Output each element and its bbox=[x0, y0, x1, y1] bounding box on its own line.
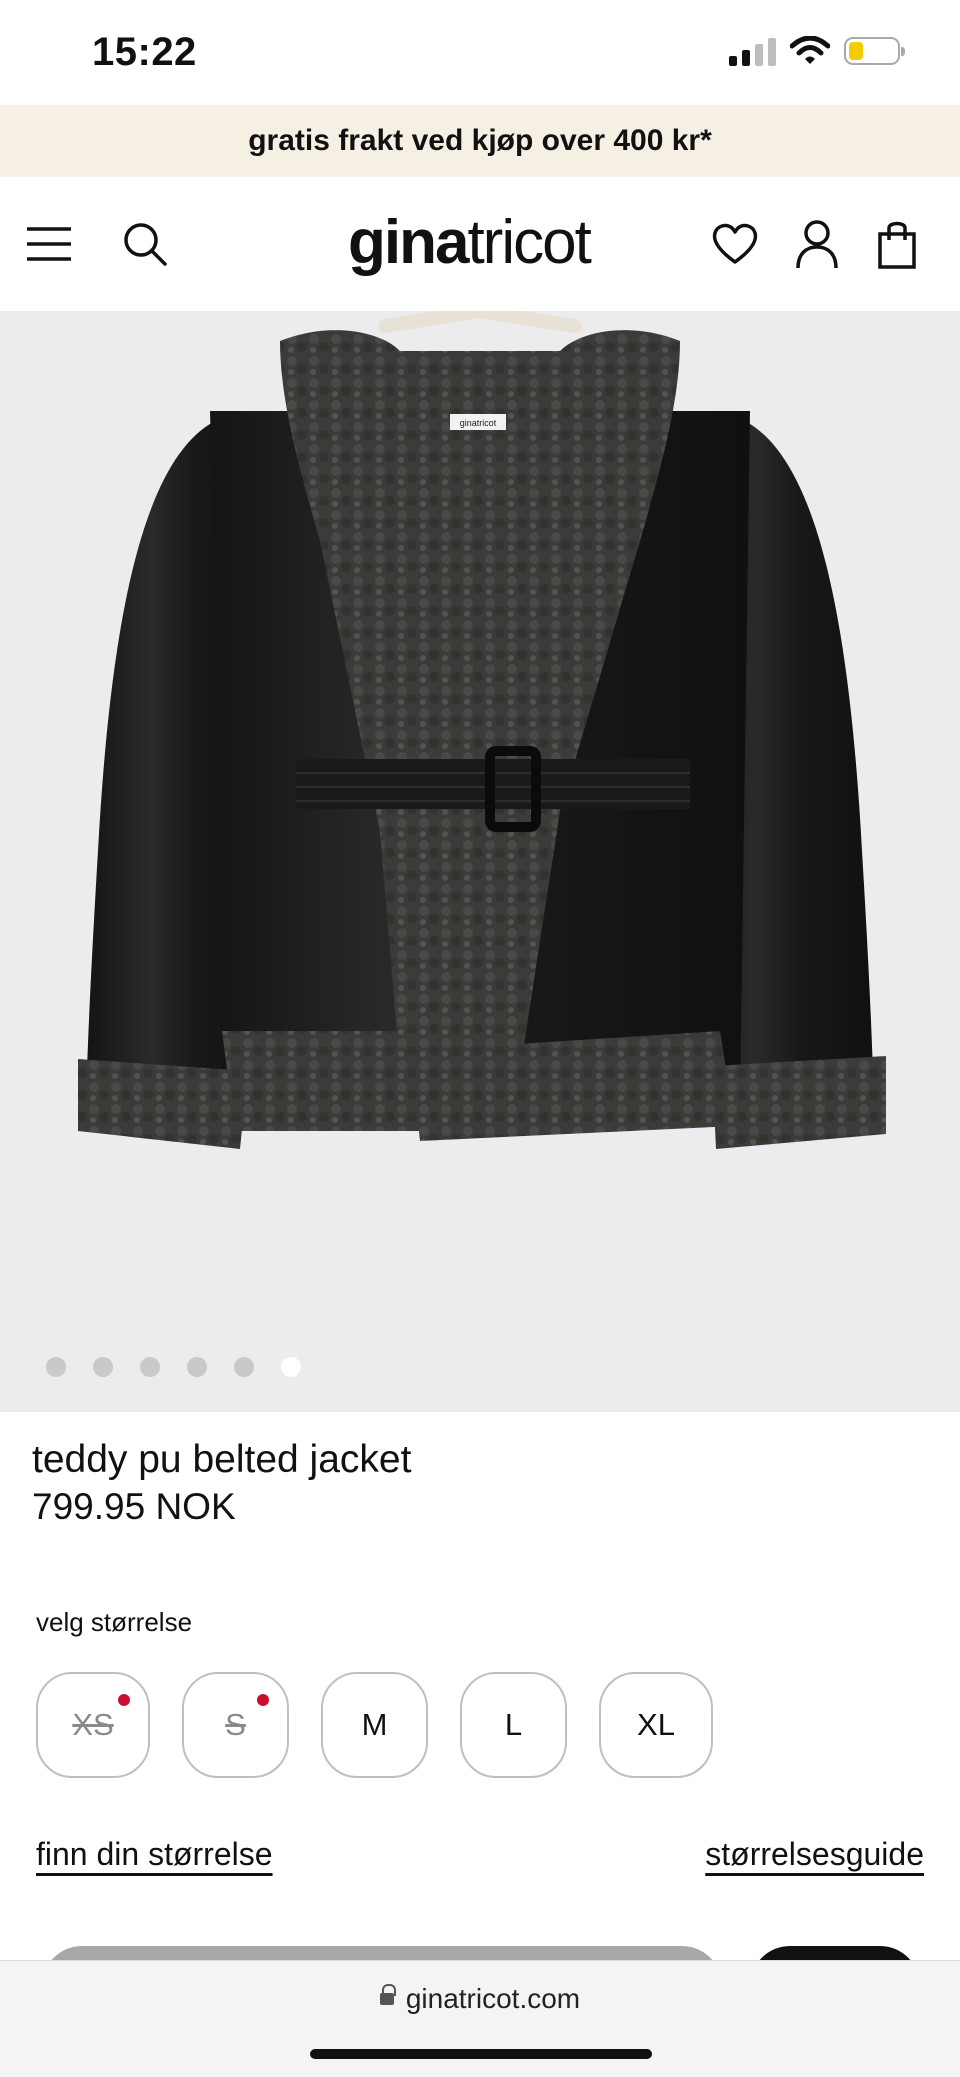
lock-icon bbox=[379, 1984, 396, 2008]
size-label: XL bbox=[637, 1707, 675, 1742]
size-options: XS S M L XL bbox=[36, 1672, 713, 1778]
heart-icon[interactable] bbox=[708, 217, 762, 271]
gallery-dot-active[interactable] bbox=[281, 1357, 301, 1377]
product-image: ginatricot bbox=[78, 311, 886, 1149]
search-icon[interactable] bbox=[118, 217, 172, 271]
url-text: ginatricot.com bbox=[405, 1983, 581, 2014]
gallery-pagination bbox=[46, 1357, 301, 1377]
status-icons bbox=[729, 36, 905, 66]
size-label: M bbox=[361, 1707, 388, 1742]
user-icon[interactable] bbox=[790, 217, 844, 271]
find-your-size-link[interactable]: finn din størrelse bbox=[36, 1836, 273, 1873]
shopping-bag-icon[interactable] bbox=[870, 217, 924, 271]
site-logo[interactable]: ginatricot bbox=[348, 207, 592, 278]
size-option-xl[interactable]: XL bbox=[599, 1672, 713, 1778]
menu-icon[interactable] bbox=[22, 217, 76, 271]
gallery-dot[interactable] bbox=[46, 1357, 66, 1377]
product-name: teddy pu belted jacket bbox=[32, 1438, 412, 1481]
site-header: ginatricot bbox=[0, 177, 960, 311]
wifi-icon bbox=[790, 36, 830, 64]
size-label: L bbox=[504, 1707, 523, 1742]
size-option-xs[interactable]: XS bbox=[36, 1672, 150, 1778]
size-selector-label: velg størrelse bbox=[36, 1607, 193, 1637]
gallery-dot[interactable] bbox=[93, 1357, 113, 1377]
status-time: 15:22 bbox=[92, 30, 197, 74]
gallery-dot[interactable] bbox=[140, 1357, 160, 1377]
product-image-gallery[interactable]: ginatricot bbox=[0, 311, 960, 1412]
sold-out-indicator bbox=[257, 1694, 269, 1706]
jacket-label-text: ginatricot bbox=[460, 418, 497, 428]
size-option-m[interactable]: M bbox=[321, 1672, 428, 1778]
logo-bold-text: gina bbox=[348, 208, 469, 277]
logo-light-text: tricot bbox=[467, 208, 591, 277]
sold-out-indicator bbox=[118, 1694, 130, 1706]
promo-banner[interactable]: gratis frakt ved kjøp over 400 kr* bbox=[0, 105, 960, 177]
url-display[interactable]: ginatricot.com bbox=[0, 1983, 960, 2015]
cellular-signal-icon bbox=[729, 36, 776, 66]
gallery-dot[interactable] bbox=[234, 1357, 254, 1377]
status-bar: 15:22 bbox=[0, 0, 960, 105]
size-label: XS bbox=[72, 1707, 114, 1742]
battery-icon bbox=[844, 37, 905, 65]
size-guide-link[interactable]: størrelsesguide bbox=[705, 1836, 924, 1873]
home-indicator[interactable] bbox=[310, 2049, 652, 2059]
size-option-l[interactable]: L bbox=[460, 1672, 567, 1778]
size-label: S bbox=[225, 1707, 246, 1742]
gallery-dot[interactable] bbox=[187, 1357, 207, 1377]
browser-address-bar[interactable]: ginatricot.com bbox=[0, 1960, 960, 2077]
size-option-s[interactable]: S bbox=[182, 1672, 289, 1778]
product-price: 799.95 NOK bbox=[32, 1486, 236, 1527]
